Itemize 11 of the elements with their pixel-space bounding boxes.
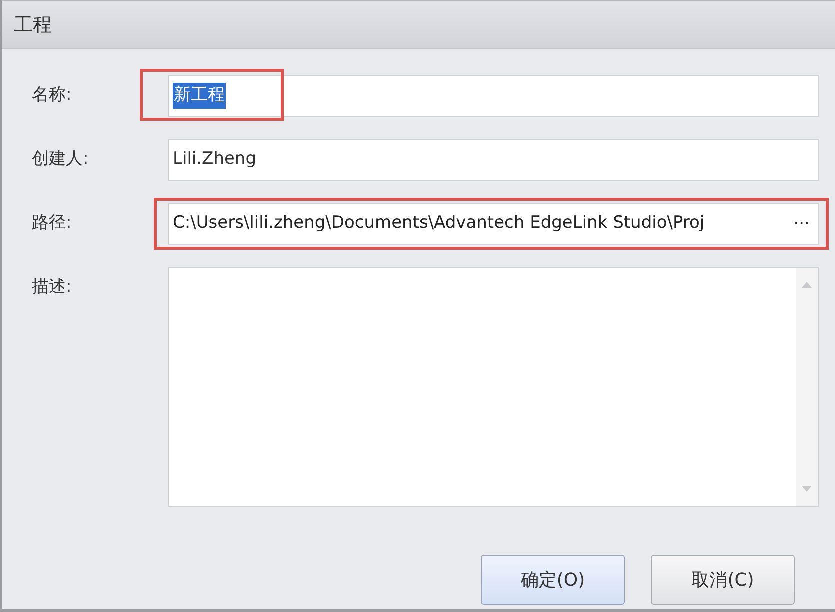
browse-button[interactable]: ··· [790,216,814,232]
text-field[interactable]: 新工程 [168,75,819,117]
field-label: 创建人: [32,148,90,171]
field-label: 描述: [32,276,73,299]
field-label: 路径: [32,212,73,235]
window-title: 工程 [2,1,835,49]
path-field[interactable]: C:\Users\lili.zheng\Documents\Advantech EdgeLink Studio\Proj [173,211,790,237]
text-field[interactable]: Lili.Zheng [168,139,819,181]
cancel-button[interactable]: 取消(C) [651,555,795,605]
ok-button[interactable]: 确定(O) [481,555,625,605]
field-label: 名称: [32,84,73,107]
